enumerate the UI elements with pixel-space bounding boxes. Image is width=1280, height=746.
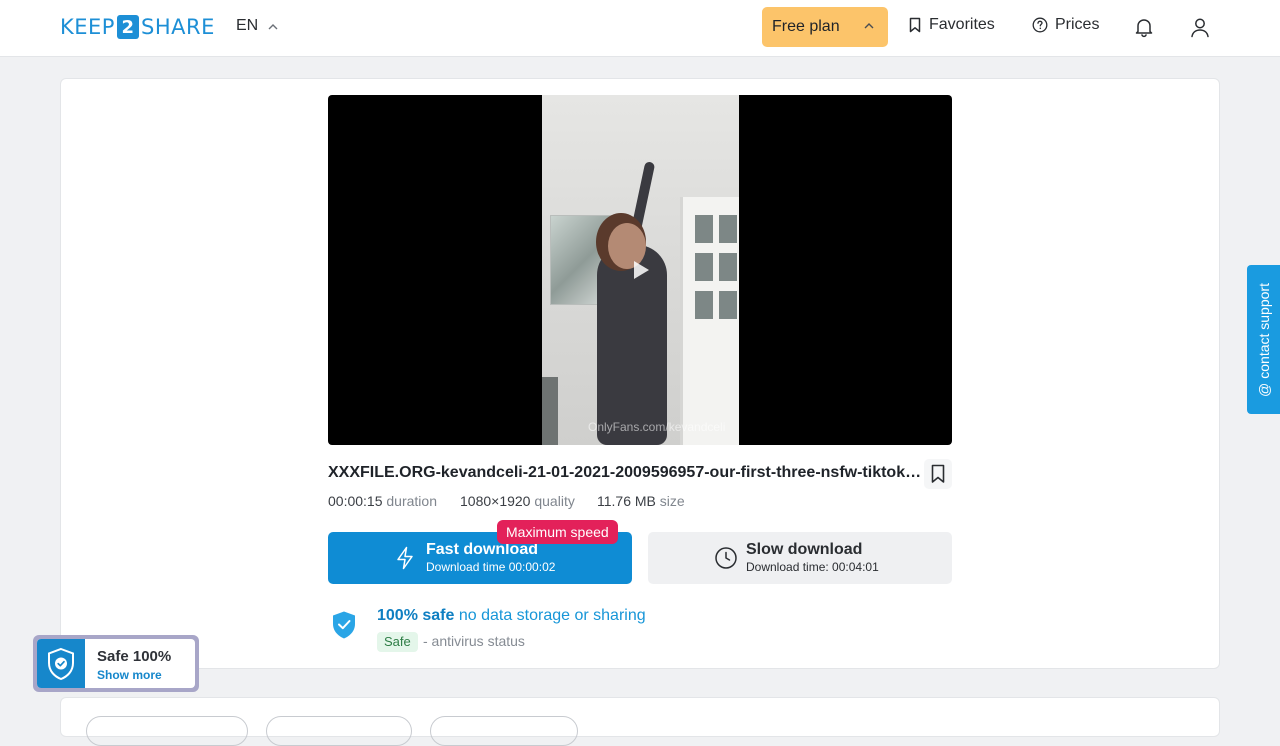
secondary-card <box>60 697 1220 746</box>
size-label: size <box>659 493 685 509</box>
shield-check-icon <box>333 611 355 639</box>
fast-download-time: Download time 00:00:02 <box>426 560 556 574</box>
duration-value: 00:00:15 <box>328 493 383 509</box>
tab-pill[interactable] <box>86 716 248 746</box>
language-selector[interactable]: EN <box>236 17 278 35</box>
file-name: XXXFILE.ORG-kevandceli-21-01-2021-200959… <box>328 464 924 481</box>
antivirus-status-text: - antivirus status <box>423 633 525 649</box>
logo-text-right: SHARE <box>140 15 215 39</box>
tab-pill[interactable] <box>430 716 578 746</box>
prices-label: Prices <box>1055 16 1100 33</box>
favorites-label: Favorites <box>929 16 995 33</box>
slow-download-time: Download time: 00:04:01 <box>746 560 879 574</box>
favorites-link[interactable]: Favorites <box>908 16 995 34</box>
antivirus-safe-tag: Safe <box>377 632 418 652</box>
quality-value: 1080×1920 <box>460 493 531 509</box>
bookmark-icon <box>931 464 945 483</box>
slow-download-button[interactable]: Slow download Download time: 00:04:01 <box>648 532 952 584</box>
language-label: EN <box>236 17 259 34</box>
lightning-icon <box>397 546 413 570</box>
contact-support-tab[interactable]: @ contact support <box>1247 265 1280 414</box>
logo-number: 2 <box>116 15 139 39</box>
file-duration: 00:00:15 duration <box>328 493 437 509</box>
show-more-link[interactable]: Show more <box>97 668 162 682</box>
safe-widget-title: Safe 100% <box>97 648 172 665</box>
chevron-up-icon <box>268 23 278 29</box>
maximum-speed-badge: Maximum speed <box>497 520 618 544</box>
clock-icon <box>715 547 737 569</box>
safety-headline-strong: 100% safe <box>377 607 455 624</box>
plan-label: Free plan <box>772 18 840 35</box>
add-to-favorites-button[interactable] <box>924 459 952 489</box>
video-watermark: OnlyFans.com/kevandceli <box>588 420 726 434</box>
safety-headline-rest: no data storage or sharing <box>458 607 646 624</box>
duration-label: duration <box>386 493 437 509</box>
size-value: 11.76 MB <box>597 493 656 509</box>
slow-download-title: Slow download <box>746 541 863 558</box>
prices-link[interactable]: Prices <box>1032 16 1099 34</box>
contact-support-label: contact support <box>1255 282 1272 379</box>
free-plan-button[interactable]: Free plan <box>762 7 888 47</box>
play-icon[interactable] <box>631 259 651 281</box>
bookmark-icon <box>909 17 921 33</box>
file-quality: 1080×1920 quality <box>460 493 575 509</box>
site-logo[interactable]: KEEP 2 SHARE <box>60 14 215 40</box>
bell-icon[interactable] <box>1133 16 1155 38</box>
at-sign-icon: @ <box>1255 382 1272 397</box>
safety-headline: 100% safe no data storage or sharing <box>377 607 646 625</box>
safe-badge-widget[interactable]: Safe 100% Show more <box>33 635 199 692</box>
logo-text-left: KEEP <box>60 15 115 39</box>
top-header: KEEP 2 SHARE EN Free plan Favorites Pric… <box>0 0 1280 57</box>
quality-label: quality <box>534 493 575 509</box>
tab-pill[interactable] <box>266 716 412 746</box>
chevron-up-icon <box>864 23 874 29</box>
shield-check-icon <box>48 647 74 680</box>
file-size: 11.76 MB size <box>597 493 685 509</box>
help-circle-icon <box>1032 17 1048 33</box>
user-icon[interactable] <box>1189 16 1211 38</box>
